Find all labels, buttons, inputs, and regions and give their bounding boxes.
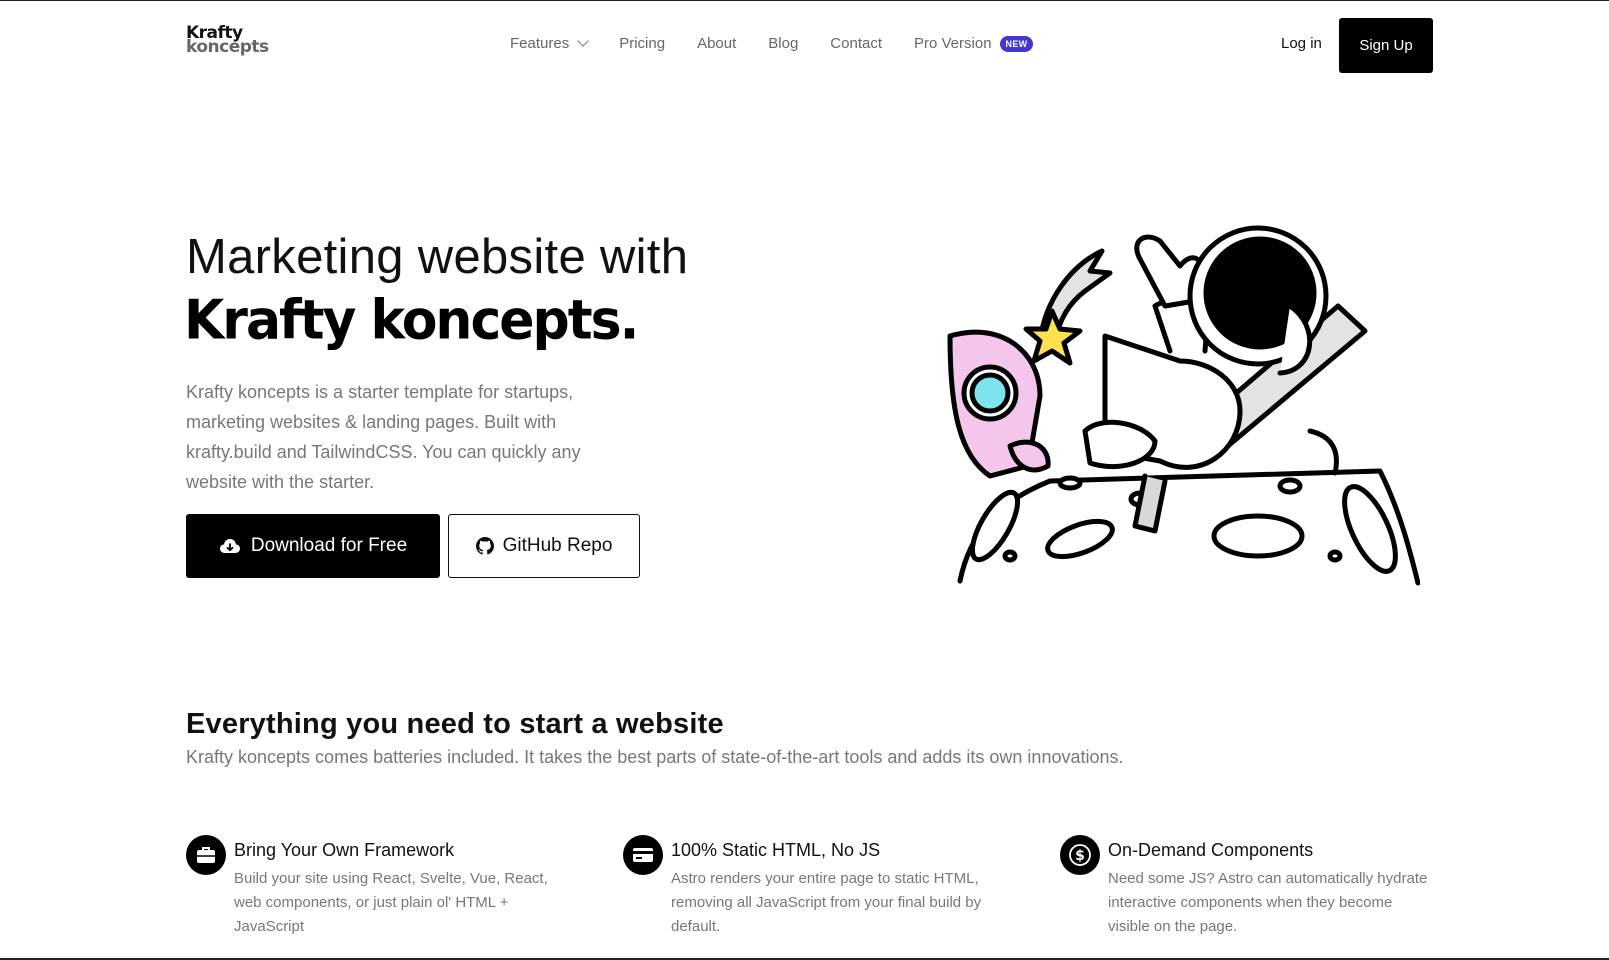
- feature-title: 100% Static HTML, No JS: [671, 840, 881, 860]
- nav-item-label: Blog: [768, 35, 799, 52]
- nav-item-label: Contact: [830, 35, 882, 52]
- download-button-label: Download for Free: [250, 535, 408, 556]
- nav-item-pricing[interactable]: Pricing: [619, 35, 665, 52]
- nav-item-blog[interactable]: Blog: [768, 35, 798, 52]
- nav-item-label: Pro Version: [914, 35, 992, 52]
- feature-description: Need some JS? Astro can automatically hy…: [1108, 870, 1428, 935]
- feature-title: On-Demand Components: [1108, 840, 1314, 860]
- brand-logo[interactable]: Krafty koncepts: [186, 25, 269, 57]
- signup-button[interactable]: Sign Up: [1339, 18, 1433, 73]
- nav-item-contact[interactable]: Contact: [830, 35, 882, 52]
- dollar-coin-icon: $: [1060, 835, 1100, 875]
- new-badge: NEW: [999, 35, 1034, 52]
- main-nav: Features Pricing About Blog Contact Pro …: [510, 35, 1034, 52]
- features-subtitle: Krafty koncepts comes batteries included…: [186, 747, 1124, 767]
- feature-description: Astro renders your entire page to static…: [671, 870, 982, 935]
- features-title: Everything you need to start a website: [186, 708, 724, 740]
- svg-text:$: $: [1075, 848, 1085, 864]
- hero-title-line-2: Krafty koncepts.: [184, 289, 639, 352]
- nav-item-pro-version[interactable]: Pro Version NEW: [914, 35, 1034, 52]
- nav-item-label: Pricing: [619, 35, 666, 52]
- logo-line-2: koncepts: [186, 36, 269, 57]
- github-button-label: GitHub Repo: [502, 535, 613, 556]
- briefcase-icon: [186, 835, 226, 875]
- github-icon: [475, 537, 494, 555]
- download-button[interactable]: Download for Free: [186, 514, 440, 578]
- nav-item-label: Features: [510, 35, 570, 52]
- nav-item-features[interactable]: Features: [510, 35, 589, 52]
- hero-title-line-1: Marketing website with: [186, 230, 689, 284]
- chevron-down-icon: [577, 35, 589, 47]
- feature-title: Bring Your Own Framework: [234, 840, 455, 860]
- feature-description: Build your site using React, Svelte, Vue…: [234, 870, 548, 935]
- login-link[interactable]: Log in: [1281, 35, 1322, 52]
- astronaut-illustration: [947, 225, 1420, 586]
- nav-item-about[interactable]: About: [697, 35, 736, 52]
- github-repo-button[interactable]: GitHub Repo: [448, 514, 640, 578]
- cloud-download-icon: [219, 539, 240, 553]
- hero-description: Krafty koncepts is a starter template fo…: [186, 382, 581, 492]
- credit-card-icon: [623, 835, 663, 875]
- nav-item-label: About: [697, 35, 737, 52]
